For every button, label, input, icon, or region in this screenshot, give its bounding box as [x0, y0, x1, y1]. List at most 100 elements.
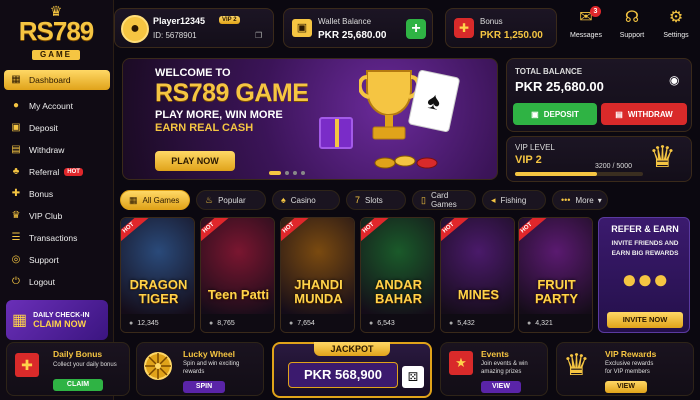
crown-icon: ♛: [563, 349, 590, 382]
game-card-mines[interactable]: HOT MINES ● 5,432: [440, 217, 515, 333]
refer-title: REFER & EARN: [611, 224, 679, 234]
game-title-line2: BAHAR: [375, 291, 422, 306]
player-count: ● 12,345: [121, 314, 194, 332]
tab-popular[interactable]: ♨ Popular: [196, 190, 266, 210]
game-title: FRUIT PARTY: [519, 278, 592, 306]
logo[interactable]: ♛ RS789 GAME: [6, 4, 106, 60]
game-card-dragon[interactable]: HOT DRAGON TIGER ● 12,345: [120, 217, 195, 333]
user-panel[interactable]: ● Player12345 VIP 2 ID: 5678901 ❐: [114, 8, 274, 48]
tab-casino[interactable]: ♠ Casino: [272, 190, 340, 210]
eye-icon[interactable]: ◉: [669, 73, 679, 87]
game-card-andar[interactable]: HOT ANDAR BAHAR ● 6,543: [360, 217, 435, 333]
mail-icon: ✉ 3: [566, 6, 606, 28]
dashboard-icon: ▦: [11, 74, 21, 85]
vip-progress-bar: [515, 172, 643, 176]
trophy-icon: [357, 67, 421, 145]
sidebar-item-bonus[interactable]: ✚ Bonus: [4, 184, 110, 204]
support-button[interactable]: ☊ Support: [612, 8, 652, 48]
player-count: ● 6,543: [361, 314, 434, 332]
events-desc1: Join events & win: [481, 361, 528, 367]
sidebar-item-transactions[interactable]: ☰ Transactions: [4, 228, 110, 248]
sidebar-item-logout[interactable]: ⏻ Logout: [4, 272, 110, 292]
tab-more[interactable]: ••• More ▾: [552, 190, 608, 210]
sidebar-item-withdraw[interactable]: ▤ Withdraw: [4, 140, 110, 160]
banner-line2: RS789 GAME: [155, 79, 309, 107]
grid-icon: ▦: [129, 194, 138, 205]
wheel-icon: [143, 351, 173, 381]
sidebar-item-dashboard[interactable]: ▦ Dashboard: [4, 70, 110, 90]
add-funds-button[interactable]: +: [406, 19, 426, 39]
events-card[interactable]: ★ Events Join events & win amazing prize…: [440, 342, 548, 396]
lucky-wheel-card[interactable]: Lucky Wheel Spin and win exciting reward…: [136, 342, 264, 396]
player-count: ● 8,765: [201, 314, 274, 332]
sidebar-item-label: Withdraw: [29, 145, 65, 155]
refer-desc2: EARN BIG REWARDS: [611, 250, 679, 257]
promo-banner[interactable]: WELCOME TO RS789 GAME PLAY MORE, WIN MOR…: [122, 58, 498, 180]
daily-bonus-card[interactable]: ✚ Daily Bonus Collect your daily bonus C…: [6, 342, 130, 396]
daily-checkin-button[interactable]: ▦ DAILY CHECK-IN CLAIM NOW: [6, 300, 108, 340]
player-count-value: 12,345: [137, 319, 159, 327]
carousel-dots[interactable]: [269, 171, 309, 177]
vip-rewards-title: VIP Rewards: [605, 349, 657, 359]
refer-earn-card[interactable]: REFER & EARN INVITE FRIENDS AND EARN BIG…: [598, 217, 690, 333]
avatar[interactable]: ●: [121, 15, 149, 43]
sidebar-item-label: VIP Club: [29, 211, 63, 221]
claim-button[interactable]: CLAIM: [53, 379, 103, 391]
sidebar-item-deposit[interactable]: ▣ Deposit: [4, 118, 110, 138]
deposit-icon: ▣: [531, 109, 539, 119]
spin-button[interactable]: SPIN: [183, 381, 225, 393]
vip-level-panel[interactable]: VIP LEVEL VIP 2 3200 / 5000 ♛: [506, 136, 692, 182]
sidebar-item-my-account[interactable]: ● My Account: [4, 96, 110, 116]
gift-icon: ✚: [15, 353, 39, 377]
vip-crown-icon: ♛: [649, 141, 676, 174]
messages-button[interactable]: ✉ 3 Messages: [566, 6, 606, 48]
jackpot-card[interactable]: JACKPOT PKR 568,900 ⚄: [272, 342, 432, 398]
tab-label: Casino: [290, 195, 316, 205]
tab-fishing[interactable]: ◂ Fishing: [482, 190, 546, 210]
events-view-button[interactable]: VIEW: [481, 381, 521, 393]
tab-all-games[interactable]: ▦ All Games: [120, 190, 190, 210]
action-label: Settings: [663, 32, 689, 39]
sidebar: ♛ RS789 GAME ▦ Dashboard ● My Account ▣ Depos…: [0, 0, 114, 400]
tab-card-games[interactable]: ▯ Card Games: [412, 190, 476, 210]
sidebar-item-vip-club[interactable]: ♛ VIP Club: [4, 206, 110, 226]
more-icon: •••: [561, 195, 571, 205]
withdraw-label: WITHDRAW: [627, 109, 673, 119]
wheel-title: Lucky Wheel: [183, 349, 235, 359]
vip-progress-text: 3200 / 5000: [595, 163, 632, 170]
deposit-label: DEPOSIT: [543, 109, 579, 119]
cards-icon: ▯: [421, 194, 426, 205]
events-title: Events: [481, 349, 509, 359]
players-icon: ●: [369, 319, 374, 327]
player-count-value: 6,543: [377, 319, 395, 327]
sidebar-item-support[interactable]: ◎ Support: [4, 250, 110, 270]
headset-icon: ☊: [624, 9, 640, 26]
slots-icon: 7: [355, 195, 361, 205]
game-card-fruit[interactable]: HOT FRUIT PARTY ● 4,321: [518, 217, 593, 333]
total-balance-panel: TOTAL BALANCE PKR 25,680.00 ◉ ▣ DEPOSIT ▤…: [506, 58, 692, 132]
game-card-teen-patti[interactable]: HOT Teen Patti ● 8,765: [200, 217, 275, 333]
wallet-label: Wallet Balance: [318, 17, 372, 26]
players-icon: ●: [527, 319, 532, 327]
game-title-line1: Teen Patti: [207, 287, 270, 302]
copy-icon[interactable]: ❐: [255, 31, 262, 40]
settings-button[interactable]: ⚙ Settings: [656, 8, 696, 48]
deposit-button[interactable]: ▣ DEPOSIT: [513, 103, 597, 125]
withdraw-button[interactable]: ▤ WITHDRAW: [601, 103, 687, 125]
user-icon: ●: [12, 100, 20, 111]
vip-view-button[interactable]: VIEW: [605, 381, 647, 393]
sidebar-item-label: Transactions: [29, 233, 78, 243]
player-count-value: 8,765: [217, 319, 235, 327]
bonus-label: Bonus: [480, 17, 503, 26]
game-title: ANDAR BAHAR: [361, 278, 434, 306]
sidebar-item-referral[interactable]: ♣ Referral HOT: [4, 162, 110, 182]
play-now-button[interactable]: PLAY NOW: [155, 151, 235, 171]
withdraw-icon: ▤: [615, 109, 623, 119]
player-count: ● 5,432: [441, 314, 514, 332]
tab-label: Fishing: [500, 195, 527, 205]
vip-rewards-card[interactable]: ♛ VIP Rewards Exclusive rewards for VIP …: [556, 342, 694, 396]
invite-now-button[interactable]: INVITE NOW: [607, 312, 683, 328]
refer-desc1: INVITE FRIENDS AND: [611, 240, 679, 247]
game-card-jhandi[interactable]: HOT JHANDI MUNDA ● 7,654: [280, 217, 355, 333]
tab-slots[interactable]: 7 Slots: [346, 190, 406, 210]
